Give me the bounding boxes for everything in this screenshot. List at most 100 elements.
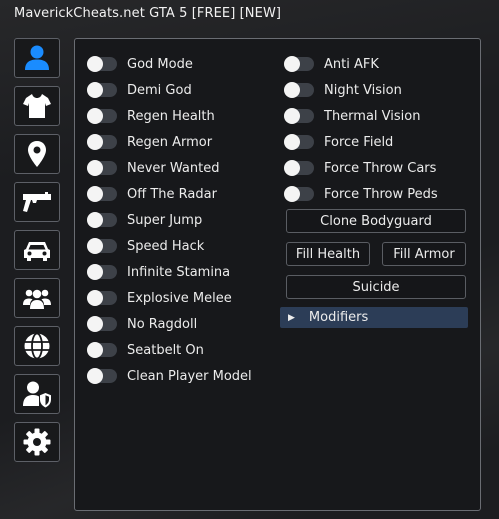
toggle-switch[interactable] xyxy=(87,108,117,124)
left-toggle-column: God Mode Demi God Regen Health Regen Armor N… xyxy=(87,51,252,389)
toggle-knob xyxy=(87,212,103,228)
toggle-row-speed-hack[interactable]: Speed Hack xyxy=(87,233,252,259)
toggle-switch[interactable] xyxy=(284,82,314,98)
toggle-label: Speed Hack xyxy=(127,238,205,254)
toggle-row-off-the-radar[interactable]: Off The Radar xyxy=(87,181,252,207)
toggle-label: Off The Radar xyxy=(127,186,217,202)
toggle-switch[interactable] xyxy=(87,186,117,202)
toggle-switch[interactable] xyxy=(87,342,117,358)
toggle-switch[interactable] xyxy=(87,316,117,332)
toggle-knob xyxy=(87,82,103,98)
toggle-row-god-mode[interactable]: God Mode xyxy=(87,51,252,77)
sidebar-item-settings[interactable] xyxy=(14,422,60,462)
toggle-label: Night Vision xyxy=(324,82,402,98)
toggle-label: Explosive Melee xyxy=(127,290,232,306)
toggle-switch[interactable] xyxy=(87,290,117,306)
sidebar-item-clothing[interactable] xyxy=(14,86,60,126)
toggle-knob xyxy=(284,134,300,150)
toggle-label: Regen Armor xyxy=(127,134,213,150)
sidebar-item-vehicles[interactable] xyxy=(14,230,60,270)
toggle-row-never-wanted[interactable]: Never Wanted xyxy=(87,155,252,181)
clone-bodyguard-button[interactable]: Clone Bodyguard xyxy=(286,209,466,233)
toggle-switch[interactable] xyxy=(87,264,117,280)
toggle-knob xyxy=(284,56,300,72)
toggle-row-force-throw-peds[interactable]: Force Throw Peds xyxy=(284,181,438,207)
toggle-knob xyxy=(87,342,103,358)
sidebar-item-weapons[interactable] xyxy=(14,182,60,222)
toggle-knob xyxy=(87,368,103,384)
gun-icon xyxy=(23,192,51,212)
tshirt-icon xyxy=(23,94,51,118)
toggle-label: Infinite Stamina xyxy=(127,264,231,280)
toggle-switch[interactable] xyxy=(87,238,117,254)
toggle-knob xyxy=(284,108,300,124)
toggle-label: Demi God xyxy=(127,82,192,98)
toggle-knob xyxy=(87,238,103,254)
toggle-knob xyxy=(87,134,103,150)
toggle-label: Super Jump xyxy=(127,212,203,228)
sidebar-item-teleport[interactable] xyxy=(14,134,60,174)
fill-armor-button[interactable]: Fill Armor xyxy=(382,242,466,266)
toggle-knob xyxy=(284,82,300,98)
toggle-label: Anti AFK xyxy=(324,56,379,72)
toggle-row-night-vision[interactable]: Night Vision xyxy=(284,77,438,103)
car-icon xyxy=(24,242,50,261)
toggle-knob xyxy=(284,160,300,176)
toggle-knob xyxy=(87,290,103,306)
toggle-knob xyxy=(87,316,103,332)
modifiers-tree-node[interactable]: ▶ Modifiers xyxy=(280,307,468,328)
toggle-row-no-ragdoll[interactable]: No Ragdoll xyxy=(87,311,252,337)
toggle-switch[interactable] xyxy=(284,186,314,202)
toggle-switch[interactable] xyxy=(87,134,117,150)
toggle-knob xyxy=(87,108,103,124)
globe-icon xyxy=(24,332,50,360)
toggle-switch[interactable] xyxy=(284,56,314,72)
sidebar-item-player[interactable] xyxy=(14,38,60,78)
users-icon xyxy=(23,289,51,309)
toggle-switch[interactable] xyxy=(87,160,117,176)
modifiers-label: Modifiers xyxy=(308,310,369,325)
suicide-button[interactable]: Suicide xyxy=(286,275,466,299)
toggle-label: Force Throw Cars xyxy=(324,160,437,176)
user-shield-icon xyxy=(23,381,51,408)
toggle-row-anti-afk[interactable]: Anti AFK xyxy=(284,51,438,77)
toggle-switch[interactable] xyxy=(87,56,117,72)
toggle-row-infinite-stamina[interactable]: Infinite Stamina xyxy=(87,259,252,285)
toggle-row-thermal-vision[interactable]: Thermal Vision xyxy=(284,103,438,129)
toggle-knob xyxy=(87,160,103,176)
toggle-knob xyxy=(284,186,300,202)
toggle-row-demi-god[interactable]: Demi God xyxy=(87,77,252,103)
toggle-switch[interactable] xyxy=(284,134,314,150)
sidebar-item-protections[interactable] xyxy=(14,374,60,414)
toggle-label: No Ragdoll xyxy=(127,316,198,332)
toggle-switch[interactable] xyxy=(87,82,117,98)
toggle-label: Never Wanted xyxy=(127,160,220,176)
toggle-label: Seatbelt On xyxy=(127,342,204,358)
toggle-label: Clean Player Model xyxy=(127,368,252,384)
toggle-label: Force Throw Peds xyxy=(324,186,438,202)
toggle-row-regen-armor[interactable]: Regen Armor xyxy=(87,129,252,155)
toggle-row-super-jump[interactable]: Super Jump xyxy=(87,207,252,233)
toggle-label: Force Field xyxy=(324,134,394,150)
toggle-switch[interactable] xyxy=(284,108,314,124)
toggle-label: Regen Health xyxy=(127,108,215,124)
toggle-row-clean-player-model[interactable]: Clean Player Model xyxy=(87,363,252,389)
sidebar-item-players[interactable] xyxy=(14,278,60,318)
sidebar xyxy=(14,38,62,470)
expand-arrow-icon: ▶ xyxy=(288,312,295,323)
gear-icon xyxy=(23,428,51,456)
sidebar-item-network[interactable] xyxy=(14,326,60,366)
toggle-row-explosive-melee[interactable]: Explosive Melee xyxy=(87,285,252,311)
toggle-row-force-field[interactable]: Force Field xyxy=(284,129,438,155)
toggle-switch[interactable] xyxy=(87,212,117,228)
toggle-row-regen-health[interactable]: Regen Health xyxy=(87,103,252,129)
main-panel: God Mode Demi God Regen Health Regen Armor N… xyxy=(74,38,481,511)
toggle-row-force-throw-cars[interactable]: Force Throw Cars xyxy=(284,155,438,181)
toggle-switch[interactable] xyxy=(284,160,314,176)
toggle-label: God Mode xyxy=(127,56,193,72)
window-title: MaverickCheats.net GTA 5 [FREE] [NEW] xyxy=(14,6,282,21)
fill-health-button[interactable]: Fill Health xyxy=(286,242,370,266)
right-toggle-column: Anti AFK Night Vision Thermal Vision Force … xyxy=(284,51,438,207)
toggle-switch[interactable] xyxy=(87,368,117,384)
toggle-row-seatbelt-on[interactable]: Seatbelt On xyxy=(87,337,252,363)
